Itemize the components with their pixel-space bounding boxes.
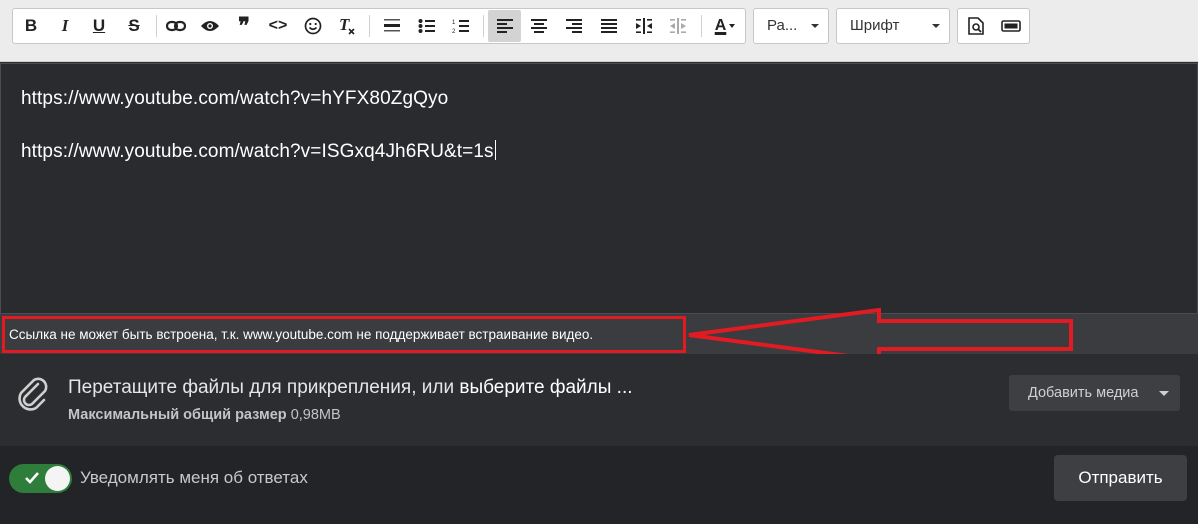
align-left-icon[interactable]: [488, 10, 521, 42]
code-glyph: <>: [268, 17, 288, 34]
code-icon[interactable]: <>: [263, 10, 293, 42]
underline-glyph: U: [92, 16, 106, 35]
strike-glyph: S: [128, 16, 140, 35]
toggle-view-icon[interactable]: [996, 10, 1026, 42]
toolbar-view-group: [957, 8, 1030, 44]
numbered-list-icon[interactable]: 12: [446, 10, 476, 42]
editor-content-area[interactable]: https://www.youtube.com/watch?v=hYFX80Zg…: [0, 63, 1198, 314]
editor-line: https://www.youtube.com/watch?v=hYFX80Zg…: [21, 88, 449, 109]
text-color-glyph: A: [715, 17, 727, 35]
clear-format-icon[interactable]: T: [332, 10, 362, 42]
font-family-dropdown[interactable]: Шрифт: [836, 8, 950, 44]
attachment-prompt-text: Перетащите файлы для прикрепления, или: [68, 377, 460, 398]
toolbar-separator: [369, 15, 370, 37]
font-size-dropdown[interactable]: Ра...: [753, 8, 829, 44]
smiley-icon[interactable]: [298, 10, 328, 42]
indent-icon[interactable]: [629, 10, 659, 42]
select-files-link[interactable]: выберите файлы ...: [459, 377, 632, 398]
toolbar-separator: [483, 15, 484, 37]
editor-line-with-cursor: https://www.youtube.com/watch?v=ISGxq4Jh…: [21, 140, 496, 163]
add-media-button[interactable]: Добавить медиа: [1009, 375, 1180, 411]
align-right-icon[interactable]: [559, 10, 589, 42]
bold-icon[interactable]: B: [16, 10, 46, 42]
text-color-icon[interactable]: A: [707, 10, 743, 42]
align-justify-icon[interactable]: [594, 10, 624, 42]
preview-icon[interactable]: [961, 10, 991, 42]
toolbar-separator: [701, 15, 702, 37]
check-icon: [25, 472, 39, 484]
toolbar-separator: [156, 15, 157, 37]
attachment-prompt: Перетащите файлы для прикрепления, или в…: [68, 377, 633, 399]
editor-toolbar: B I U S ❞ <> T 12 A Ра... Шрифт: [0, 0, 1198, 62]
link-icon[interactable]: [161, 10, 191, 42]
paperclip-icon: [18, 377, 48, 411]
annotation-highlight-box: [2, 316, 686, 353]
chevron-down-icon: [932, 24, 940, 28]
italic-glyph: I: [61, 16, 69, 35]
quote-icon[interactable]: ❞: [229, 10, 259, 42]
text-color-letter: A: [714, 17, 727, 34]
max-size-value: 0,98MB: [290, 407, 341, 423]
horizontal-rule-icon[interactable]: [377, 10, 407, 42]
quote-glyph: ❞: [238, 13, 250, 38]
eye-icon[interactable]: [195, 10, 225, 42]
font-family-label: Шрифт: [850, 17, 900, 34]
svg-text:2: 2: [452, 29, 456, 34]
send-button[interactable]: Отправить: [1054, 455, 1187, 501]
notify-toggle[interactable]: [9, 464, 72, 493]
italic-icon[interactable]: I: [50, 10, 80, 42]
notify-label: Уведомлять меня об ответах: [80, 468, 308, 487]
bulleted-list-icon[interactable]: [412, 10, 442, 42]
chevron-down-icon: [811, 24, 819, 28]
outdent-icon[interactable]: [663, 10, 693, 42]
underline-icon[interactable]: U: [84, 10, 114, 42]
strikethrough-icon[interactable]: S: [119, 10, 149, 42]
bold-glyph: B: [24, 16, 38, 35]
toggle-knob: [45, 466, 70, 491]
attachment-size-info: Максимальный общий размер 0,98MB: [68, 407, 341, 423]
svg-text:T: T: [339, 16, 350, 34]
chevron-down-icon: [1159, 391, 1169, 396]
add-media-label: Добавить медиа: [1028, 385, 1139, 401]
chevron-down-icon: [729, 24, 736, 28]
svg-text:1: 1: [452, 20, 456, 26]
font-size-label: Ра...: [767, 17, 798, 34]
align-center-icon[interactable]: [524, 10, 554, 42]
max-size-label: Максимальный общий размер: [68, 407, 287, 423]
text-cursor: [494, 140, 496, 160]
toolbar-format-group: B I U S ❞ <> T 12 A: [12, 8, 746, 44]
editor-line: https://www.youtube.com/watch?v=ISGxq4Jh…: [21, 141, 494, 162]
